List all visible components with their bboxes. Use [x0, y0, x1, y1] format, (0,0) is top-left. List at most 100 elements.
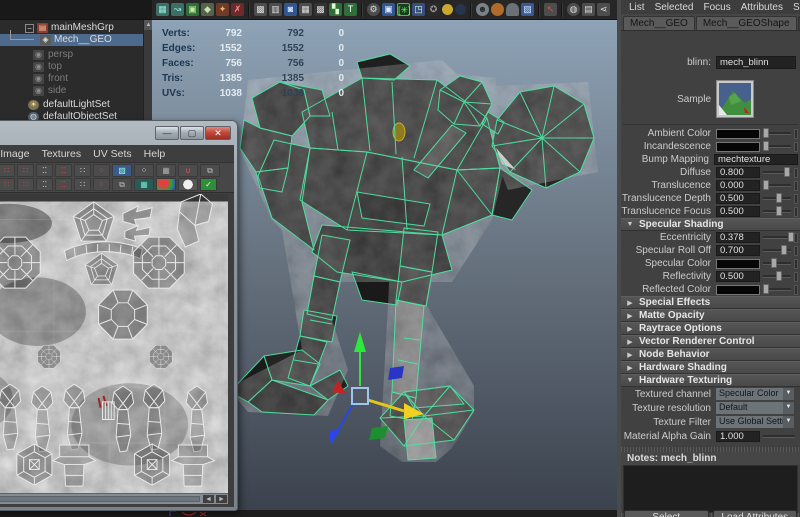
relax-icon[interactable]: ⁘	[93, 178, 110, 191]
texture-filter-dropdown[interactable]: Use Global Settings ▼	[716, 416, 794, 428]
bump-mapping-field[interactable]	[714, 154, 798, 165]
map-button[interactable]	[794, 168, 798, 178]
menu-selected[interactable]: Selected	[650, 2, 699, 13]
input-connections-icon[interactable]: ▩	[254, 3, 267, 16]
slider-handle[interactable]	[771, 258, 777, 268]
notes-textarea[interactable]	[623, 465, 798, 513]
slider-handle[interactable]	[788, 232, 794, 242]
rgb-channels-icon[interactable]: ●	[156, 178, 176, 191]
translucence-depth-slider[interactable]	[763, 197, 791, 200]
flip-shell-u-icon[interactable]: ∷	[0, 178, 15, 191]
hypergraph-icon[interactable]: ◙	[284, 3, 297, 16]
window-titlebar[interactable]: — ▢ ✕	[0, 121, 237, 145]
menu-uv-sets[interactable]: UV Sets	[87, 148, 138, 160]
uv-snapshot-icon[interactable]: ▧	[112, 164, 132, 177]
scroll-left-icon[interactable]: ◄	[203, 495, 214, 503]
map-button[interactable]	[794, 129, 798, 139]
snap-to-view-plane-icon[interactable]: ◆	[201, 3, 214, 16]
map-button[interactable]	[794, 233, 798, 243]
uv-horizontal-scrollbar[interactable]: ◄ ►	[0, 493, 228, 504]
material-sample-swatch[interactable]	[716, 80, 754, 118]
yellow-status-icon[interactable]	[442, 4, 453, 15]
scrollbar-track[interactable]	[0, 496, 200, 502]
slider-handle[interactable]	[776, 271, 782, 281]
menu-help[interactable]: Help	[138, 148, 172, 160]
section-node-behavior[interactable]: ▶ Node Behavior	[621, 348, 800, 361]
snap-to-point-icon[interactable]: ▣	[186, 3, 199, 16]
menu-textures[interactable]: Textures	[35, 148, 87, 160]
blue-cube-icon[interactable]: ▧	[521, 3, 534, 16]
material-alpha-gain-slider[interactable]	[763, 435, 795, 438]
section-vector-renderer-control[interactable]: ▶ Vector Renderer Control	[621, 335, 800, 348]
rotate-uv-ccw-icon[interactable]: ⁚⁚	[36, 164, 53, 177]
eccentricity-field[interactable]	[716, 232, 760, 243]
incandescence-swatch[interactable]	[716, 142, 760, 152]
reflectivity-slider[interactable]	[763, 275, 791, 278]
slider-handle[interactable]	[763, 284, 769, 294]
flip-u-icon[interactable]: ∷	[0, 164, 15, 177]
minimize-icon[interactable]: —	[155, 126, 179, 140]
outliner-item-top[interactable]: ◉ top	[0, 61, 152, 73]
section-raytrace-options[interactable]: ▶ Raytrace Options	[621, 322, 800, 335]
map-button[interactable]	[794, 181, 798, 191]
dim-image-icon[interactable]: ●	[178, 178, 198, 191]
section-specular-shading[interactable]: ▼ Specular Shading	[621, 218, 800, 231]
viewport-layout-icon[interactable]: ▚	[329, 3, 342, 16]
flip-v-icon[interactable]: ∷	[17, 164, 34, 177]
outliner-item-front[interactable]: ◉ front	[0, 73, 152, 85]
close-icon[interactable]: ✕	[205, 126, 231, 140]
character-set-icon[interactable]: ☻	[476, 3, 489, 16]
ambient-color-slider[interactable]	[763, 132, 791, 135]
textured-channel-dropdown[interactable]: Specular Color ▼	[716, 388, 794, 400]
map-button[interactable]	[794, 246, 798, 256]
material-alpha-gain-field[interactable]	[716, 431, 760, 442]
texture-view-icon[interactable]: T	[344, 3, 357, 16]
reflected-color-slider[interactable]	[763, 288, 791, 291]
slider-handle[interactable]	[784, 167, 790, 177]
specular-color-swatch[interactable]	[716, 259, 760, 269]
move-uv-shell-icon[interactable]: ⁘	[134, 164, 154, 177]
texture-resolution-dropdown[interactable]: Default ▼	[716, 402, 794, 414]
menu-attributes[interactable]: Attributes	[736, 2, 788, 13]
section-hardware-shading[interactable]: ▶ Hardware Shading	[621, 361, 800, 374]
slider-handle[interactable]	[776, 193, 782, 203]
maximize-icon[interactable]: ▢	[180, 126, 204, 140]
map-button[interactable]	[794, 259, 798, 269]
slider-handle[interactable]	[763, 180, 769, 190]
half-sphere-icon[interactable]	[506, 3, 519, 16]
diffuse-slider[interactable]	[763, 171, 791, 174]
load-attributes-button[interactable]: Load Attributes	[713, 510, 798, 517]
diffuse-field[interactable]	[716, 167, 760, 178]
node-name-field[interactable]	[716, 56, 796, 69]
translucence-field[interactable]	[716, 180, 760, 191]
rotate-uv-cw-icon[interactable]: ⁚⁚	[55, 164, 72, 177]
paste-uvs-icon[interactable]: ⧉	[112, 178, 132, 191]
flip-shell-v-icon[interactable]: ∷	[17, 178, 34, 191]
web-browser-icon[interactable]: ◍	[567, 3, 580, 16]
isolate-select-icon[interactable]: ✓	[200, 178, 217, 191]
map-button[interactable]	[794, 194, 798, 204]
uv-canvas[interactable]	[0, 194, 228, 493]
tab-mech-geoshape[interactable]: Mech__GEOShape	[696, 16, 797, 30]
outliner-item-defaultlightset[interactable]: ☀ defaultLightSet	[0, 99, 152, 111]
reflectivity-field[interactable]	[716, 271, 760, 282]
ipr-render-icon[interactable]: ◳	[412, 3, 425, 16]
outliner-item-mech-geo[interactable]: ◈ Mech__GEO	[0, 34, 152, 46]
outliner-item-side[interactable]: ◉ side	[0, 85, 152, 97]
render-flags-icon[interactable]: ✪	[427, 3, 440, 16]
slider-handle[interactable]	[763, 128, 769, 138]
snap-to-grid-icon[interactable]: ▦	[156, 3, 169, 16]
translucence-depth-field[interactable]	[716, 193, 760, 204]
incandescence-slider[interactable]	[763, 145, 791, 148]
manipulator-center-handle[interactable]	[352, 388, 368, 404]
align-v-icon[interactable]: ⁚⁚	[55, 178, 72, 191]
output-connections-icon[interactable]: ▥	[269, 3, 282, 16]
history-toggle-icon[interactable]: ▦	[299, 3, 312, 16]
reflected-color-swatch[interactable]	[716, 285, 760, 295]
snap-release-icon[interactable]: ✗	[231, 3, 244, 16]
render-view-icon[interactable]: ▣	[382, 3, 395, 16]
select-tool-flag-icon[interactable]: ↖	[544, 3, 557, 16]
orange-sphere-icon[interactable]	[491, 3, 504, 16]
section-hardware-texturing[interactable]: ▼ Hardware Texturing	[621, 374, 800, 387]
unfold-icon[interactable]: ∷	[74, 178, 91, 191]
